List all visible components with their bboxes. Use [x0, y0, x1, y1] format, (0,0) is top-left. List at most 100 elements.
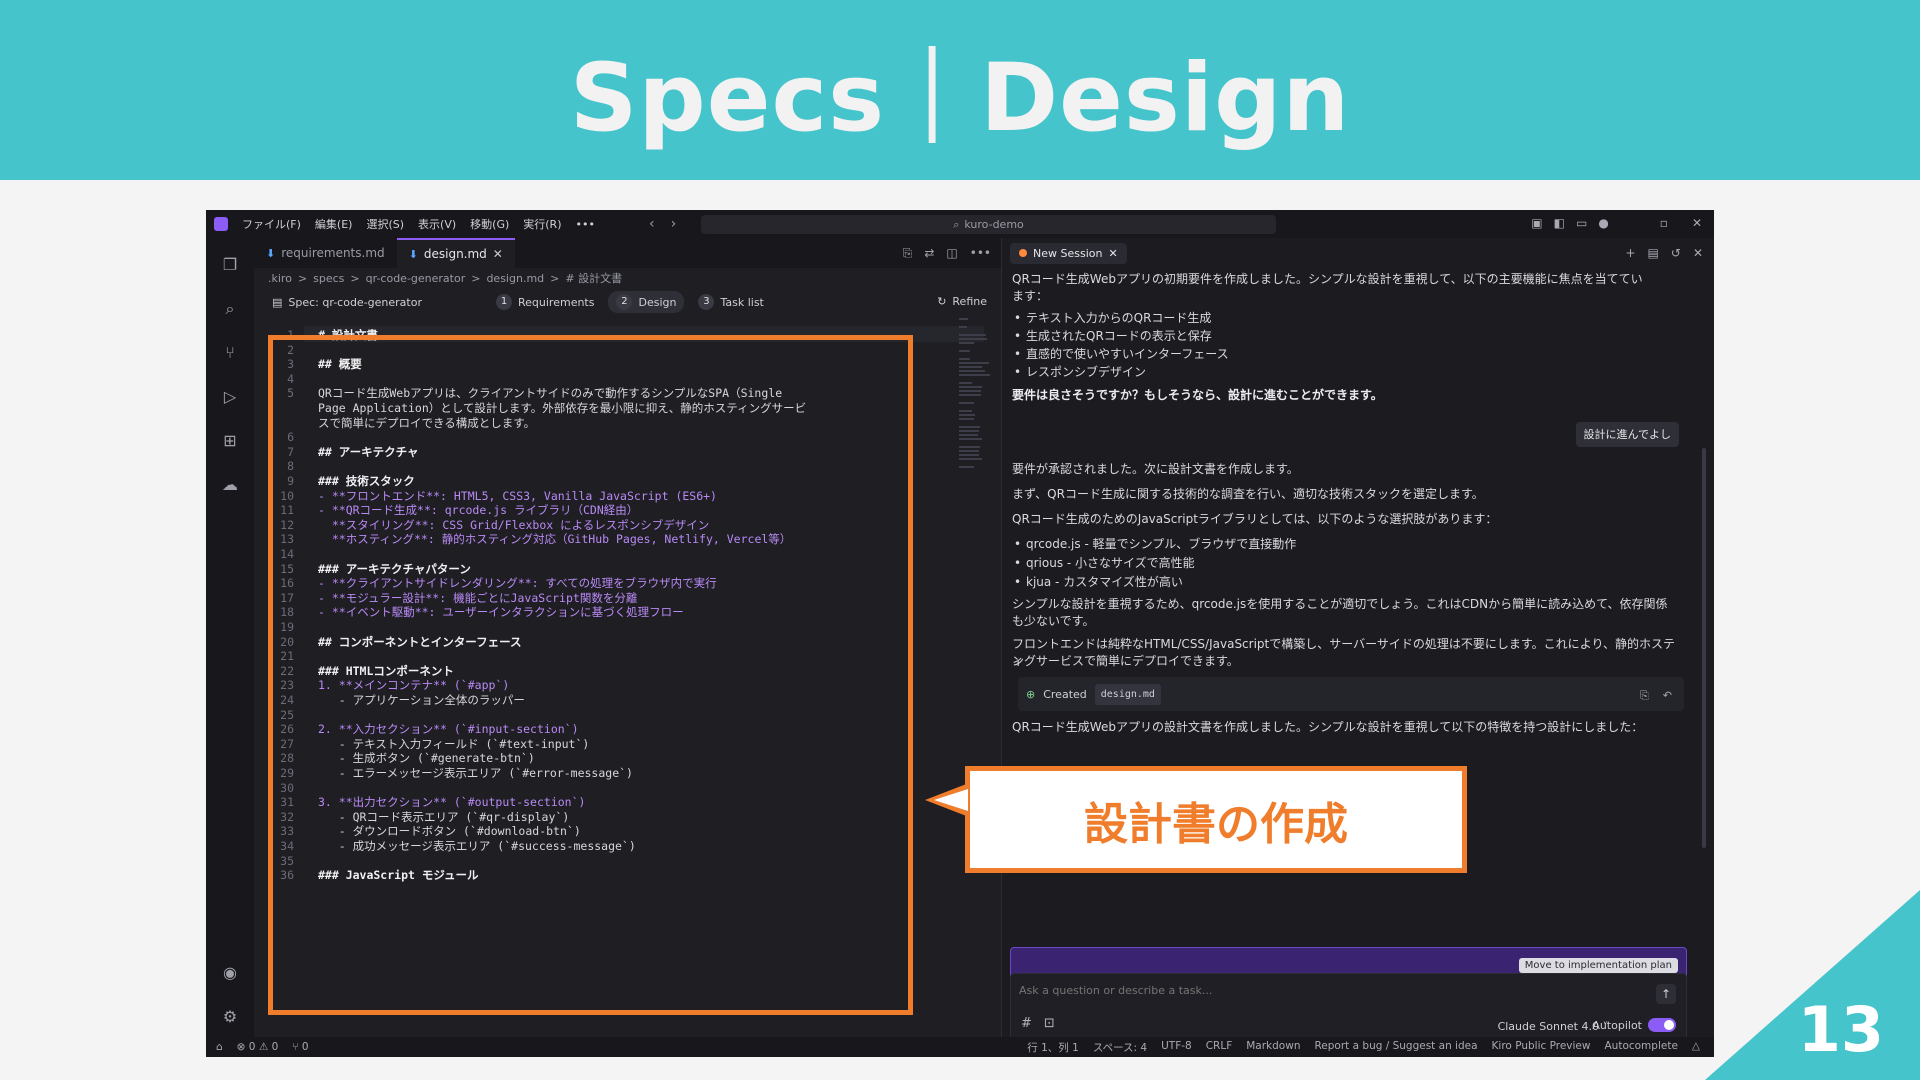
menu-edit[interactable]: 編集(E) — [315, 216, 353, 232]
bullet-item: 直感的で使いやすいインターフェース — [1014, 346, 1229, 363]
forward-arrow-icon[interactable]: › — [671, 216, 677, 232]
status-cursor-position[interactable]: 行 1、列 1 — [1027, 1040, 1079, 1055]
breadcrumb: .kiro > specs > qr-code-generator > desi… — [268, 269, 622, 287]
session-list-icon[interactable]: ▤ — [1648, 246, 1659, 260]
minimap-line — [959, 438, 982, 440]
remote-icon[interactable]: ⌂ — [216, 1041, 223, 1053]
breadcrumb-item[interactable]: .kiro — [268, 272, 292, 285]
restore-window-icon[interactable]: ▫ — [1660, 216, 1668, 230]
tab-design-md[interactable]: ⬇ design.md ✕ — [396, 238, 515, 268]
breadcrumb-item[interactable]: design.md — [486, 272, 544, 285]
bullet-item: qrious - 小さなサイズで高性能 — [1014, 555, 1195, 572]
hash-context-icon[interactable]: # — [1021, 1016, 1032, 1031]
status-eol[interactable]: CRLF — [1206, 1040, 1233, 1055]
bell-icon[interactable]: △ — [1692, 1040, 1700, 1055]
kiro-logo-icon — [214, 217, 228, 231]
run-debug-icon[interactable]: ▷ — [219, 386, 241, 408]
more-actions-icon[interactable]: ••• — [970, 246, 991, 261]
chat-header: New Session ✕ + ▤ ↺ ✕ — [1002, 238, 1714, 268]
chat-panel: New Session ✕ + ▤ ↺ ✕ QRコード生成Webアプリの初期要件… — [1001, 238, 1714, 1045]
close-window-icon[interactable]: ✕ — [1692, 216, 1702, 230]
layout-icon[interactable]: ▣ — [1531, 216, 1542, 230]
status-encoding[interactable]: UTF-8 — [1161, 1040, 1192, 1055]
bullet-item: レスポンシブデザイン — [1014, 364, 1146, 381]
created-file-chip[interactable]: design.md — [1094, 683, 1161, 705]
status-right: 行 1、列 1 スペース: 4 UTF-8 CRLF Markdown Repo… — [1027, 1040, 1700, 1055]
status-autocomplete[interactable]: Autocomplete — [1604, 1040, 1677, 1055]
close-panel-icon[interactable]: ✕ — [1693, 246, 1703, 260]
source-control-icon[interactable]: ⑂ — [219, 342, 241, 364]
minimap[interactable] — [959, 318, 995, 498]
minimap-line — [959, 386, 983, 388]
callout-pointer-inner — [934, 789, 968, 811]
toggle-switch[interactable] — [1648, 1018, 1676, 1032]
explorer-icon[interactable]: ❐ — [219, 254, 241, 276]
status-indentation[interactable]: スペース: 4 — [1093, 1040, 1147, 1055]
menu-go[interactable]: 移動(G) — [470, 216, 509, 232]
bullet-item: kjua - カスタマイズ性が高い — [1014, 574, 1183, 591]
slide-title: Specs｜Design — [569, 44, 1351, 153]
spec-step-design[interactable]: 2 Design — [608, 291, 685, 313]
tab-requirements-md[interactable]: ⬇ requirements.md — [254, 238, 397, 268]
menu-view[interactable]: 表示(V) — [418, 216, 456, 232]
minimap-line — [959, 454, 980, 456]
minimap-line — [959, 402, 974, 404]
title-bar: ファイル(F) 編集(E) 選択(S) 表示(V) 移動(G) 実行(R) ••… — [206, 210, 1714, 238]
history-icon[interactable]: ↺ — [1671, 246, 1681, 260]
new-session-icon[interactable]: + — [1625, 246, 1635, 260]
back-arrow-icon[interactable]: ‹ — [649, 216, 655, 232]
account-icon[interactable]: ◉ — [219, 962, 241, 984]
session-status-dot — [1019, 249, 1027, 257]
close-session-icon[interactable]: ✕ — [1108, 247, 1117, 260]
refine-button[interactable]: ↻ Refine — [937, 295, 987, 308]
move-to-implementation-button[interactable]: Move to implementation plan — [1518, 958, 1678, 973]
compare-icon[interactable]: ⇄ — [924, 246, 934, 261]
image-attach-icon[interactable]: ⊡ — [1044, 1016, 1055, 1031]
kiro-ghost-icon[interactable]: ☁ — [219, 474, 241, 496]
split-editor-icon[interactable]: ◫ — [946, 246, 957, 261]
command-center-search[interactable]: ⌕ kuro-demo — [701, 215, 1276, 234]
open-preview-icon[interactable]: ⎘ — [903, 246, 913, 261]
close-tab-icon[interactable]: ✕ — [493, 247, 503, 261]
created-file-card[interactable]: ⊕ Created design.md ⎘ ↶ — [1018, 677, 1684, 711]
assistant-message: QRコード生成のためのJavaScriptライブラリとしては、以下のような選択肢… — [1012, 512, 1498, 526]
minimap-line — [959, 362, 989, 364]
input-footer: # ⊡ — [1021, 1016, 1055, 1031]
spec-step-requirements[interactable]: 1 Requirements — [488, 291, 602, 313]
spec-step-task-list[interactable]: 3 Task list — [690, 291, 771, 313]
toggle-panel-icon[interactable]: ▭ — [1576, 216, 1587, 230]
menu-selection[interactable]: 選択(S) — [366, 216, 404, 232]
minimap-line — [959, 326, 968, 328]
assistant-question: 要件は良さそうですか？もしそうなら、設計に進むことができます。 — [1012, 388, 1383, 402]
settings-gear-icon[interactable]: ⚙ — [219, 1006, 241, 1028]
status-language[interactable]: Markdown — [1246, 1040, 1300, 1055]
minimap-line — [959, 458, 983, 460]
status-preview[interactable]: Kiro Public Preview — [1492, 1040, 1591, 1055]
problems-count[interactable]: ⊗ 0 ⚠ 0 — [237, 1041, 279, 1053]
chat-scrollbar[interactable] — [1702, 448, 1706, 848]
slide-header: Specs｜Design — [0, 0, 1920, 180]
autopilot-toggle[interactable]: Autopilot — [1592, 1018, 1676, 1032]
minimap-line — [959, 342, 974, 344]
breadcrumb-item[interactable]: qr-code-generator — [366, 272, 466, 285]
breadcrumb-item[interactable]: # 設計文書 — [565, 270, 622, 286]
ports-count[interactable]: ⑂ 0 — [292, 1041, 308, 1053]
chat-session-tab[interactable]: New Session ✕ — [1010, 242, 1127, 264]
toggle-sidebar-icon[interactable]: ◧ — [1554, 216, 1565, 230]
menu-run[interactable]: 実行(R) — [523, 216, 561, 232]
status-feedback[interactable]: Report a bug / Suggest an idea — [1314, 1040, 1477, 1055]
breadcrumb-item[interactable]: specs — [313, 272, 344, 285]
chat-icon[interactable]: ● — [1598, 216, 1608, 230]
callout-box: 設計書の作成 — [965, 766, 1467, 873]
minimap-line — [959, 358, 970, 360]
search-view-icon[interactable]: ⌕ — [219, 298, 241, 320]
bullet-item: テキスト入力からのQRコード生成 — [1014, 310, 1211, 327]
menu-file[interactable]: ファイル(F) — [242, 216, 301, 232]
revert-icon[interactable]: ↶ — [1663, 687, 1672, 704]
menu-more[interactable]: ••• — [576, 218, 595, 231]
created-label: Created — [1043, 687, 1087, 701]
extensions-icon[interactable]: ⊞ — [219, 430, 241, 452]
send-icon[interactable]: ↑ — [1656, 984, 1676, 1004]
view-diff-icon[interactable]: ⎘ — [1640, 687, 1649, 704]
chat-input[interactable] — [1019, 984, 1619, 997]
